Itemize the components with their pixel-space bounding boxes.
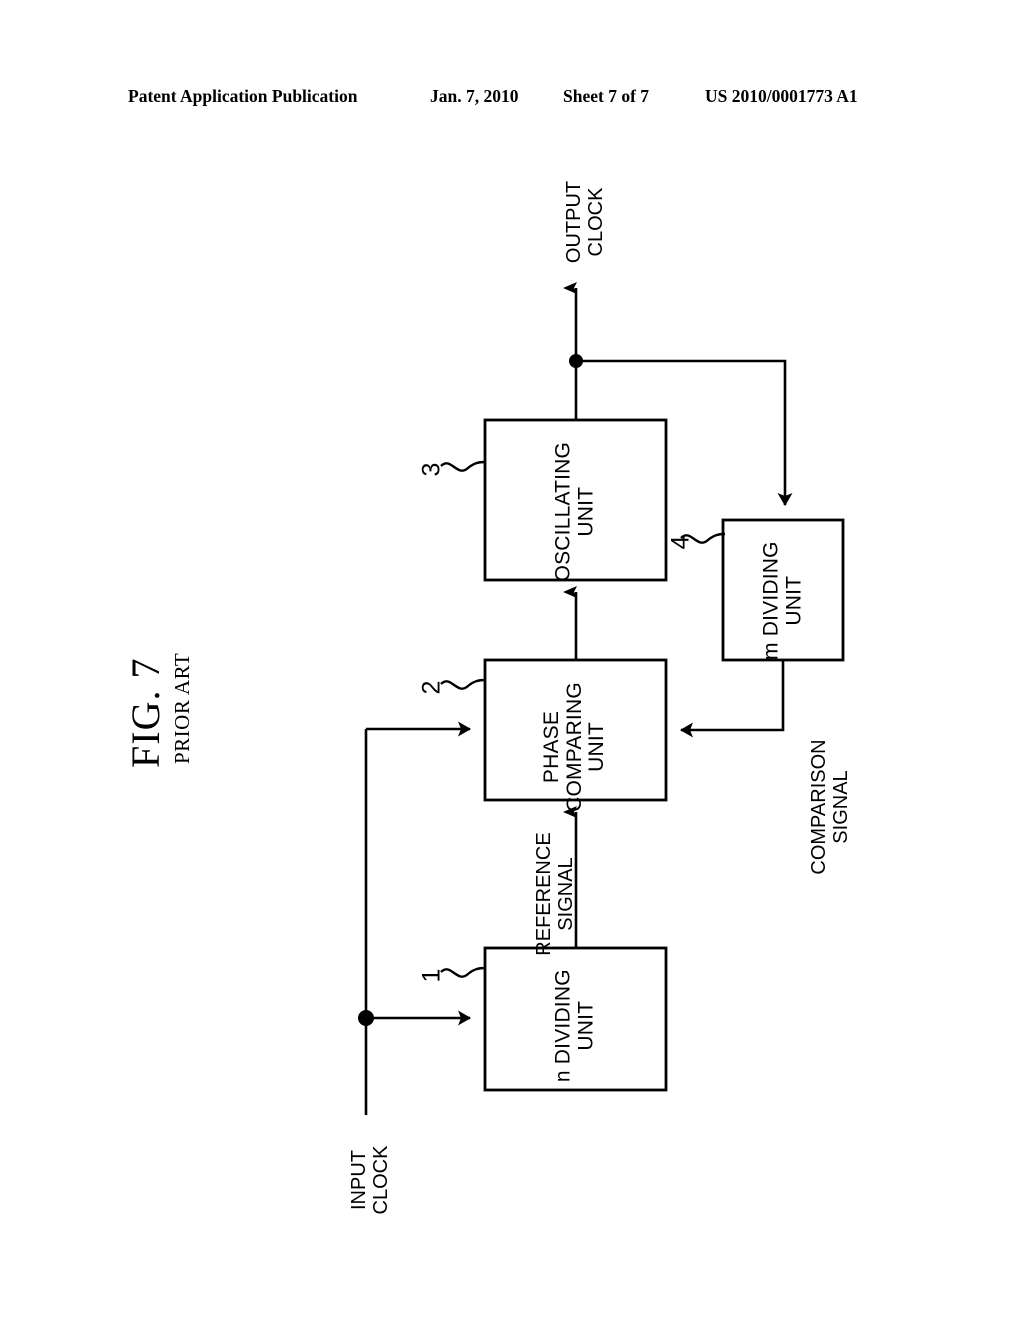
- label-comparison-signal: COMPARISON SIGNAL: [808, 739, 852, 875]
- label-input-clock: INPUT CLOCK: [348, 1145, 392, 1215]
- ref-numeral-1: 1: [417, 968, 446, 983]
- ref-numeral-4: 4: [666, 535, 695, 550]
- label-m-dividing-unit: m DIVIDING UNIT: [759, 541, 805, 661]
- label-oscillating-unit: OSCILLATING UNIT: [551, 441, 597, 582]
- leader-squiggle-2: [440, 678, 486, 690]
- diagram-vector-layer: [358, 282, 845, 1115]
- ref-numeral-3: 3: [417, 462, 446, 477]
- label-output-clock: OUTPUT CLOCK: [563, 180, 607, 264]
- block-diagram: OSCILLATING UNIT m DIVIDING UNIT PHASE C…: [0, 0, 1024, 1320]
- leader-squiggle-3: [440, 460, 486, 472]
- label-reference-signal: REFERENCE SIGNAL: [533, 832, 577, 956]
- leader-squiggle-1: [440, 966, 486, 978]
- ref-numeral-2: 2: [417, 680, 446, 695]
